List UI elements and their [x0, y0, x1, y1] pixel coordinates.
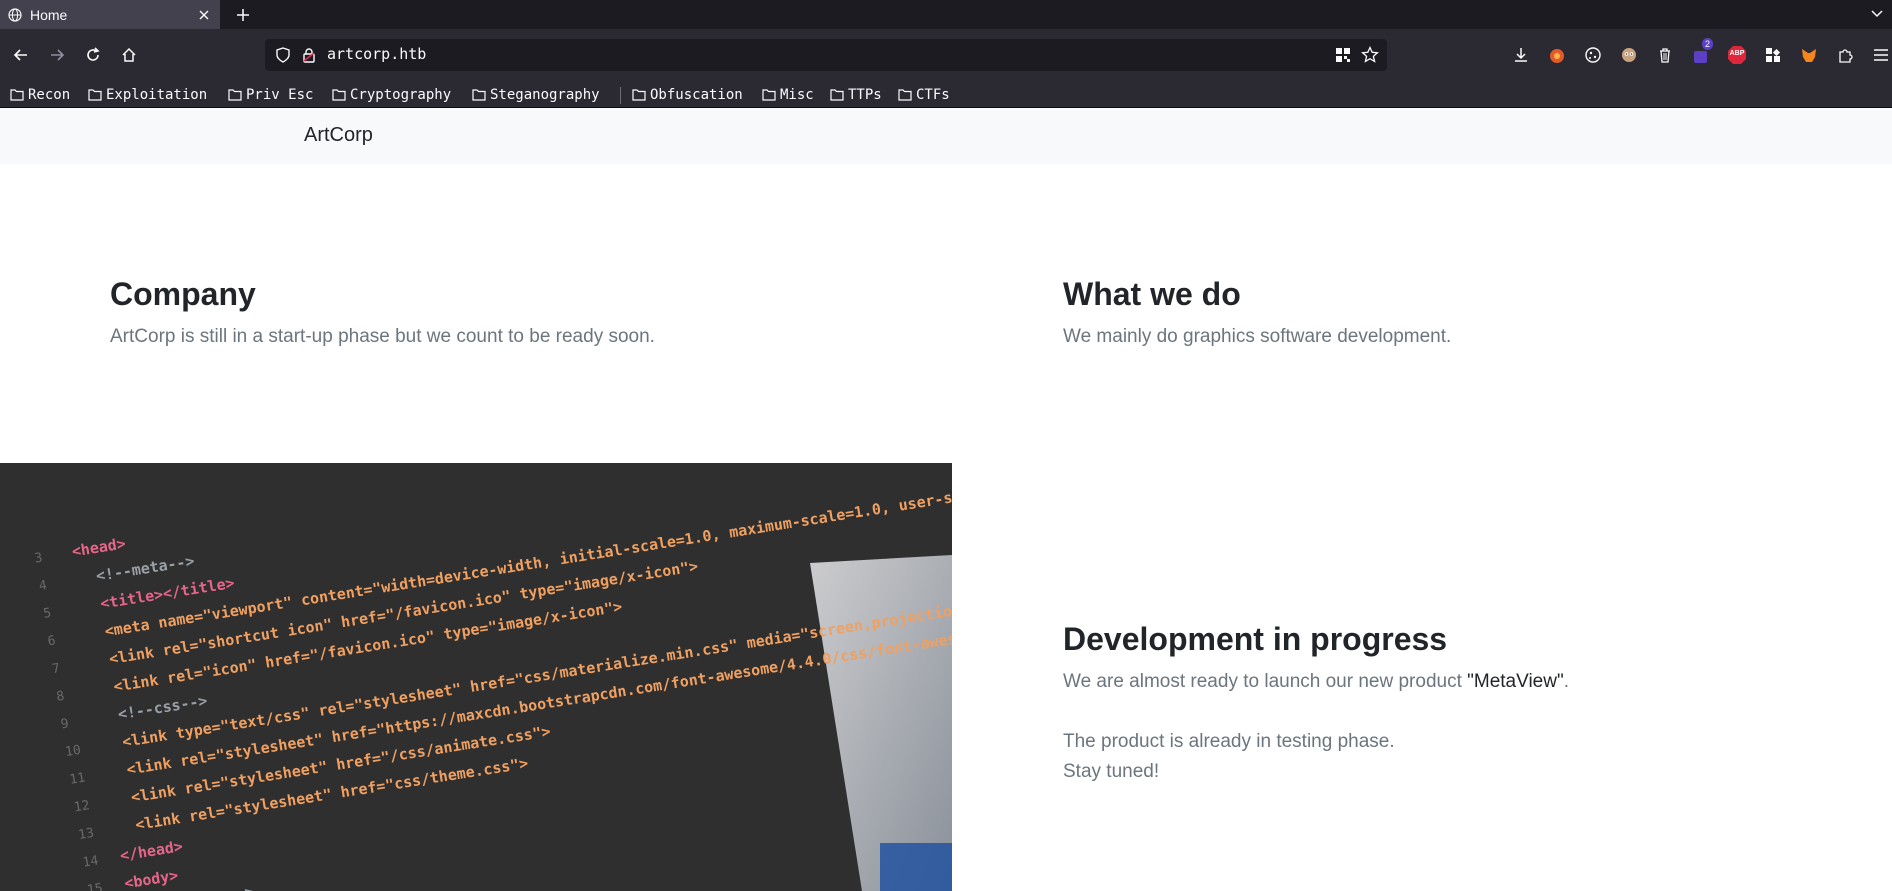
arrow-left-icon [13, 49, 27, 61]
bookmark-label: Obfuscation [650, 87, 743, 103]
bookmark-label: Priv Esc [246, 87, 314, 103]
download-icon[interactable] [1511, 45, 1531, 65]
bookmark-folder-priv-esc[interactable]: Priv Esc [228, 82, 313, 108]
bookmark-folder-ttps[interactable]: TTPs [830, 82, 882, 108]
bookmark-label: TTPs [848, 87, 882, 103]
development-heading: Development in progress [1063, 621, 1448, 657]
globe-icon [8, 7, 22, 22]
code-line-number: 13 [77, 826, 95, 843]
bookmark-label: CTFs [916, 87, 950, 103]
trash-icon[interactable] [1655, 45, 1675, 65]
new-tab-button[interactable] [232, 4, 254, 26]
reload-icon [87, 47, 100, 61]
arrow-right-icon [51, 49, 65, 61]
code-screenshot-image: 3 <head> 4 <!--meta--> 5 <title></title> 6 <met… [0, 463, 952, 891]
tab-home[interactable]: Home [0, 0, 220, 29]
code-line-number: 14 [82, 853, 100, 870]
shield-icon[interactable] [275, 47, 291, 63]
folder-icon [472, 89, 486, 101]
adblock-label: ABP [1729, 50, 1745, 57]
code-line-number: 10 [64, 743, 82, 760]
bookmark-label: Steganography [490, 87, 600, 103]
company-text: ArtCorp is still in a start-up phase but… [110, 326, 655, 347]
wappalyzer-icon[interactable] [1619, 45, 1639, 65]
code-line-number: 11 [69, 770, 87, 787]
star-icon[interactable] [1361, 45, 1379, 64]
site-navbar: ArtCorp [0, 108, 1892, 164]
bookmark-folder-exploitation[interactable]: Exploitation [88, 82, 207, 108]
reload-button[interactable] [82, 44, 104, 66]
firefox-relay-icon[interactable] [1547, 45, 1567, 65]
code-line-number: 15 [86, 881, 104, 891]
folder-icon [830, 89, 844, 101]
bookmark-folder-ctfs[interactable]: CTFs [898, 82, 950, 108]
stay-tuned-text: Stay tuned! [1063, 761, 1160, 782]
bookmark-label: Misc [780, 87, 814, 103]
folder-icon [332, 89, 346, 101]
what-we-do-heading: What we do [1063, 276, 1241, 312]
tab-strip: Home [0, 0, 1892, 29]
bookmark-folder-steganography[interactable]: Steganography [472, 82, 600, 108]
back-button[interactable] [10, 44, 32, 66]
development-text-after: . [1563, 671, 1569, 692]
bookmark-folder-cryptography[interactable]: Cryptography [332, 82, 451, 108]
forward-button[interactable] [46, 44, 68, 66]
company-heading: Company [110, 276, 256, 312]
home-button[interactable] [118, 44, 140, 66]
folder-icon [88, 89, 102, 101]
what-we-do-text: We mainly do graphics software developme… [1063, 326, 1452, 347]
code-illustration: 3 <head>4<!--meta-->5<title></title>6<met… [0, 463, 952, 891]
folder-icon [632, 89, 646, 101]
folder-icon [898, 89, 912, 101]
puzzle-icon[interactable] [1835, 45, 1855, 65]
navigation-toolbar: artcorp.htb 2 ABP [0, 29, 1892, 82]
home-icon [122, 47, 136, 62]
extension-badge-count: 2 [1701, 38, 1713, 50]
bookmarks-toolbar: Recon Exploitation Priv Esc Cryptography… [0, 82, 1892, 108]
chevron-down-icon[interactable] [1870, 6, 1886, 22]
code-line-number: 12 [73, 798, 91, 815]
bookmark-folder-obfuscation[interactable]: Obfuscation [632, 82, 743, 108]
development-text-before: We are almost ready to launch our new pr… [1063, 671, 1468, 692]
adblock-icon[interactable]: ABP [1727, 45, 1747, 65]
bookmark-label: Exploitation [106, 87, 208, 103]
site-brand[interactable]: ArtCorp [304, 124, 373, 147]
bookmark-label: Recon [28, 87, 71, 103]
metamask-icon[interactable] [1799, 45, 1819, 65]
close-icon[interactable] [196, 7, 212, 23]
cookie-icon[interactable] [1583, 45, 1603, 65]
bookmark-separator [620, 87, 621, 104]
bookmark-label: Cryptography [350, 87, 452, 103]
grid-icon[interactable] [1763, 45, 1783, 65]
tab-title: Home [30, 6, 68, 23]
url-bar[interactable]: artcorp.htb [265, 39, 1387, 71]
product-name: "MetaView" [1467, 671, 1564, 692]
hamburger-menu-icon[interactable] [1871, 45, 1891, 65]
testing-phase-text: The product is already in testing phase. [1063, 731, 1395, 752]
bookmark-folder-misc[interactable]: Misc [762, 82, 814, 108]
folder-icon [10, 89, 24, 101]
development-text: We are almost ready to launch our new pr… [1063, 667, 1569, 697]
extension-badge-icon[interactable]: 2 [1691, 38, 1713, 65]
lock-icon[interactable] [301, 47, 317, 63]
folder-icon [762, 89, 776, 101]
folder-icon [228, 89, 242, 101]
url-text[interactable]: artcorp.htb [327, 45, 426, 63]
qr-code-icon[interactable] [1335, 47, 1351, 63]
bookmark-folder-recon[interactable]: Recon [10, 82, 70, 108]
